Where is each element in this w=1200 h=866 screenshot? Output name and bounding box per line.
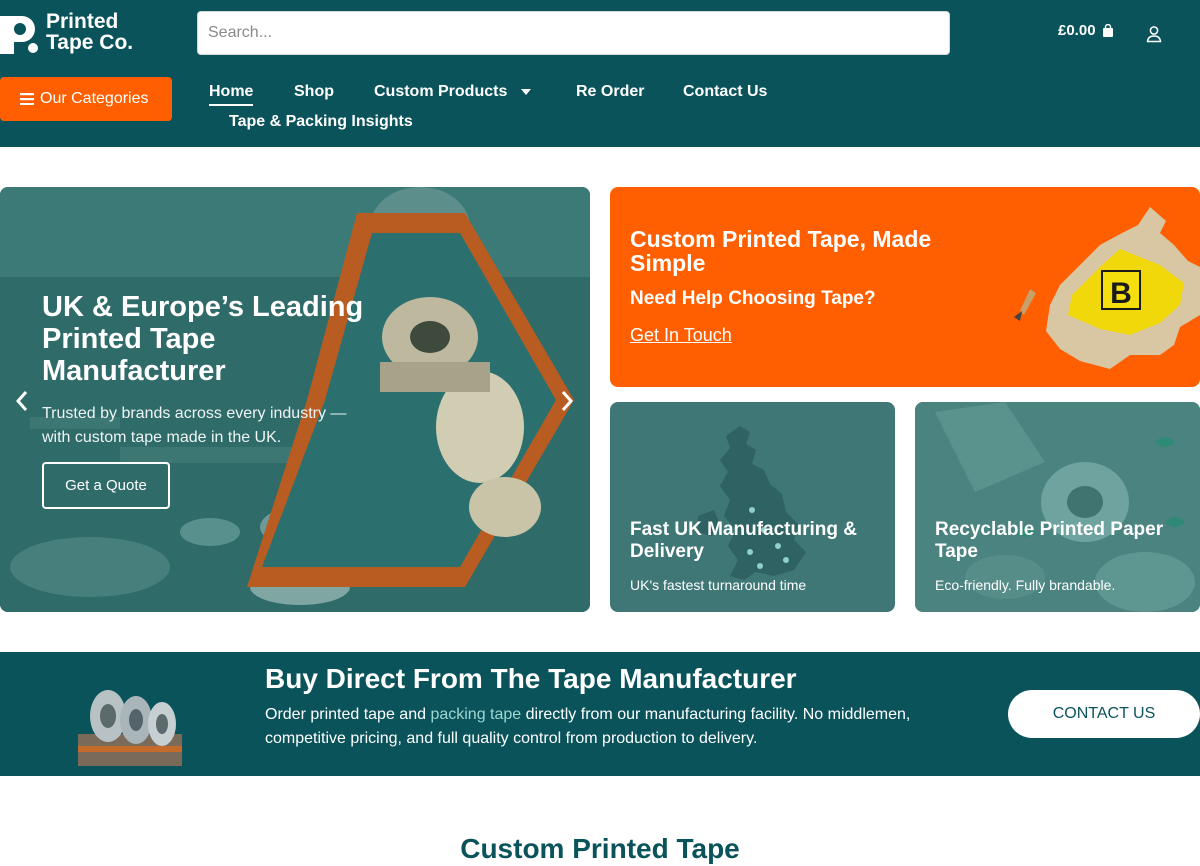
our-categories-label: Our Categories — [40, 90, 149, 107]
buy-direct-text-after: directly from our manufacturing facility… — [521, 706, 911, 723]
hamburger-icon — [20, 93, 34, 105]
packing-tape-link[interactable]: packing tape — [430, 706, 521, 723]
promo-title: Custom Printed Tape, Made Simple — [630, 227, 931, 275]
promo-subtitle: Need Help Choosing Tape? — [630, 288, 876, 309]
recyclable-tape-card[interactable]: Recyclable Printed Paper Tape Eco-friend… — [915, 402, 1200, 612]
hero-title-line-3: Manufacturer — [42, 355, 226, 387]
site-header: Printed Tape Co. £0.00 Our Categories Ho… — [0, 0, 1200, 147]
uk-card-subtitle: UK's fastest turnaround time — [630, 577, 807, 593]
site-logo[interactable]: Printed Tape Co. — [0, 8, 133, 56]
contact-us-button[interactable]: CONTACT US — [1008, 690, 1200, 738]
caret-down-icon — [521, 89, 532, 95]
logo-line-2: Tape Co. — [46, 31, 134, 54]
get-in-touch-link[interactable]: Get In Touch — [630, 325, 732, 346]
search-input[interactable] — [197, 11, 950, 55]
uk-manufacturing-card[interactable]: Fast UK Manufacturing & Delivery UK's fa… — [610, 402, 895, 612]
buy-direct-text-line-1: Order printed tape and packing tape dire… — [265, 703, 910, 727]
eco-card-title: Recyclable Printed Paper Tape — [935, 519, 1163, 563]
chevron-right-icon[interactable] — [559, 390, 575, 412]
nav-custom-products-label: Custom Products — [374, 83, 508, 100]
user-icon[interactable] — [1144, 24, 1164, 44]
promo-card: Custom Printed Tape, Made Simple Need He… — [610, 187, 1200, 387]
get-a-quote-button[interactable]: Get a Quote — [42, 462, 170, 509]
uk-map-graphic — [698, 426, 806, 580]
hero-title: UK & Europe’s Leading Printed Tape Manuf… — [42, 291, 363, 387]
custom-printed-tape-heading: Custom Printed Tape — [460, 833, 740, 864]
buy-direct-text: Order printed tape and packing tape dire… — [265, 703, 910, 751]
logo-text: Printed Tape Co. — [46, 11, 133, 53]
eco-card-title-line-1: Recyclable Printed Paper — [935, 519, 1164, 540]
nav-reorder[interactable]: Re Order — [576, 83, 644, 101]
nav-tape-packing-insights[interactable]: Tape & Packing Insights — [229, 113, 413, 131]
buy-direct-text-before: Order printed tape and — [265, 706, 431, 723]
nav-home[interactable]: Home — [209, 83, 254, 106]
hero-title-line-1: UK & Europe’s Leading — [42, 291, 364, 323]
hero-background-image — [0, 187, 590, 612]
uk-card-title-line-1: Fast UK Manufacturing & — [630, 519, 857, 540]
eco-card-subtitle: Eco-friendly. Fully brandable. — [935, 577, 1116, 593]
nav-contact-us[interactable]: Contact Us — [683, 83, 767, 101]
cart-total: £0.00 — [1058, 22, 1096, 39]
hero-title-line-2: Printed Tape — [42, 323, 216, 355]
our-categories-button[interactable]: Our Categories — [0, 77, 172, 121]
nav-shop[interactable]: Shop — [294, 83, 334, 101]
cart-link[interactable]: £0.00 — [1058, 22, 1114, 39]
eco-card-title-line-2: Tape — [935, 541, 978, 562]
promo-title-line-1: Custom Printed Tape, Made — [630, 226, 932, 252]
tape-rolls-photo — [78, 676, 182, 766]
svg-text:B: B — [1110, 277, 1132, 310]
hero-subtitle-line-2: with custom tape made in the UK. — [42, 429, 282, 446]
tape-product-photo: B — [1014, 207, 1200, 369]
nav-custom-products[interactable]: Custom Products — [374, 83, 532, 101]
buy-direct-text-line-2: competitive pricing, and full quality co… — [265, 730, 758, 747]
logo-line-1: Printed — [46, 10, 119, 33]
hero-subtitle-line-1: Trusted by brands across every industry … — [42, 405, 347, 422]
logo-mark-icon — [0, 16, 38, 54]
uk-card-title-line-2: Delivery — [630, 541, 704, 562]
shopping-bag-icon — [1102, 24, 1113, 37]
buy-direct-title: Buy Direct From The Tape Manufacturer — [265, 663, 797, 694]
promo-title-line-2: Simple — [630, 250, 706, 276]
hero-slider: UK & Europe’s Leading Printed Tape Manuf… — [0, 187, 590, 612]
chevron-left-icon[interactable] — [14, 390, 30, 412]
uk-card-title: Fast UK Manufacturing & Delivery — [630, 519, 857, 563]
hero-subtitle: Trusted by brands across every industry … — [42, 402, 346, 450]
